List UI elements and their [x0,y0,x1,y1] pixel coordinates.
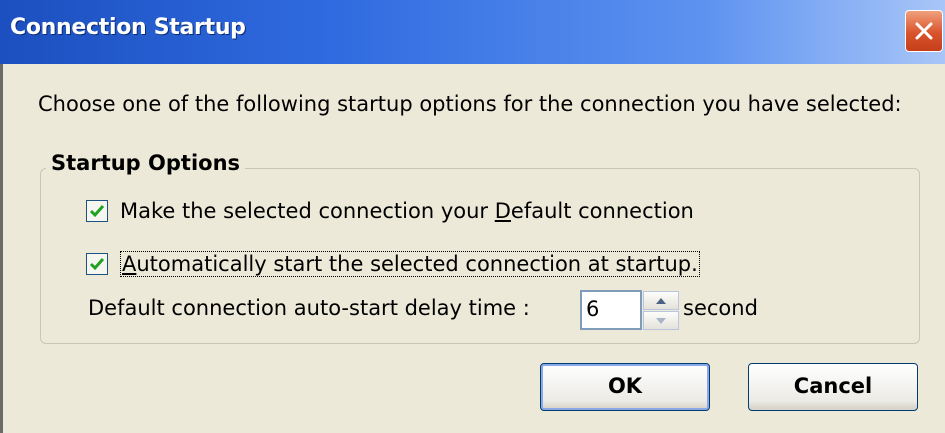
ok-button[interactable]: OK [540,363,710,411]
delay-unit-label: second [683,296,758,320]
default-connection-checkbox[interactable] [86,200,108,222]
close-button[interactable] [905,10,943,52]
startup-options-legend: Startup Options [46,150,246,176]
delay-time-input[interactable]: 6 [580,290,642,330]
window-left-border [0,64,3,433]
intro-text: Choose one of the following startup opti… [38,92,902,116]
auto-start-label-after: utomatically start the selected connecti… [136,252,698,276]
arrow-down-icon [656,318,666,324]
checkmark-icon [89,258,105,271]
cancel-button[interactable]: Cancel [748,363,918,411]
default-connection-label-before: Make the selected connection your [120,199,495,223]
auto-start-checkbox[interactable] [86,253,108,275]
default-connection-label-after: efault connection [510,199,694,223]
delay-time-label: Default connection auto-start delay time… [88,296,530,320]
auto-start-label[interactable]: Automatically start the selected connect… [120,251,700,277]
close-icon [915,22,933,40]
delay-spin-up-button[interactable] [643,291,679,310]
window-title: Connection Startup [10,15,246,40]
auto-start-accelerator: A [122,252,137,276]
title-bar[interactable]: Connection Startup [0,0,945,64]
default-connection-label[interactable]: Make the selected connection your Defaul… [120,198,694,224]
delay-spin-down-button[interactable] [643,311,679,330]
auto-start-focus-box: Automatically start the selected connect… [120,251,700,277]
default-connection-accelerator: D [494,199,511,223]
arrow-up-icon [656,298,666,304]
connection-startup-dialog: Connection Startup Choose one of the fol… [0,0,945,433]
checkmark-icon [89,205,105,218]
